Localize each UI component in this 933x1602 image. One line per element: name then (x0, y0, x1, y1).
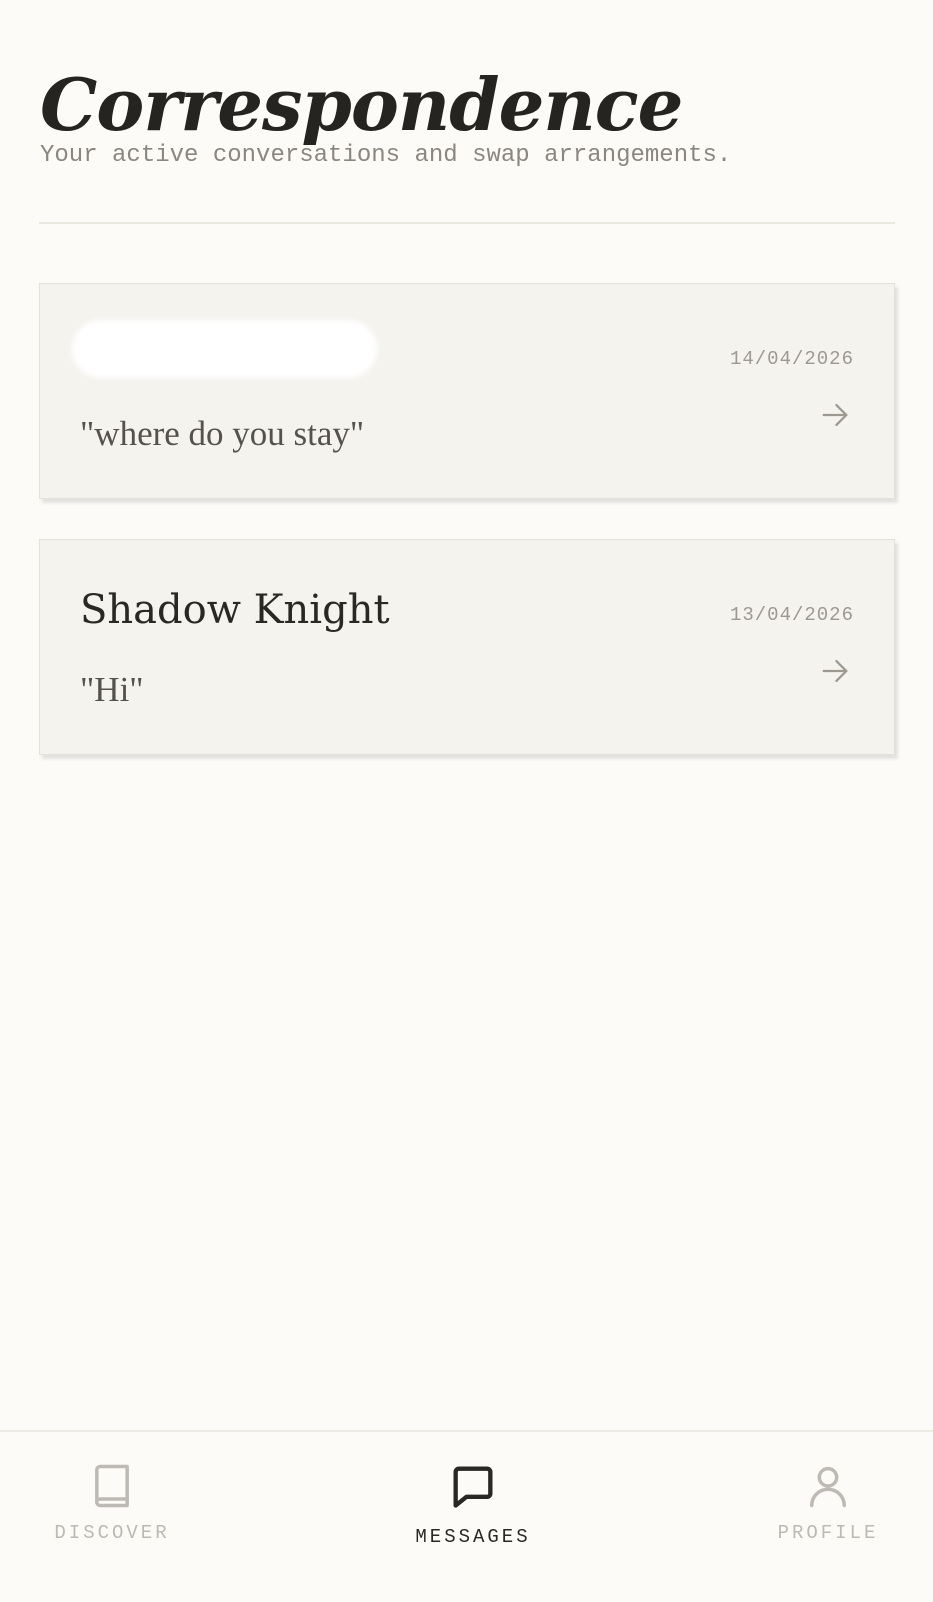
nav-item-discover[interactable]: DISCOVER (22, 1460, 202, 1570)
user-icon (810, 1466, 846, 1508)
arrow-right-icon[interactable] (818, 398, 852, 432)
conversation-card[interactable]: "where do you stay" 14/04/2026 (39, 283, 895, 499)
bottom-nav: DISCOVER MESSAGES PROFILE (0, 1430, 933, 1602)
nav-item-messages[interactable]: MESSAGES (383, 1460, 563, 1570)
last-message-preview: "where do you stay" (80, 414, 365, 453)
redacted-name (72, 320, 377, 378)
conversation-card[interactable]: Shadow Knight "Hi" 13/04/2026 (39, 539, 895, 755)
nav-label-messages: MESSAGES (415, 1526, 531, 1548)
message-square-icon (453, 1466, 493, 1508)
page-title: Correspondence (40, 62, 683, 147)
header-divider (39, 222, 895, 224)
nav-item-profile[interactable]: PROFILE (738, 1460, 918, 1570)
conversation-date: 13/04/2026 (729, 604, 854, 626)
arrow-right-icon[interactable] (818, 654, 852, 688)
nav-label-discover: DISCOVER (54, 1522, 170, 1544)
book-icon (95, 1464, 129, 1508)
contact-name: Shadow Knight (80, 587, 390, 633)
last-message-preview: "Hi" (80, 670, 144, 709)
page-subtitle: Your active conversations and swap arran… (40, 142, 732, 169)
nav-label-profile: PROFILE (777, 1522, 879, 1544)
conversation-date: 14/04/2026 (729, 348, 854, 370)
page-header: Correspondence Your active conversations… (40, 62, 895, 169)
conversation-list: "where do you stay" 14/04/2026 Shadow Kn… (39, 283, 895, 795)
